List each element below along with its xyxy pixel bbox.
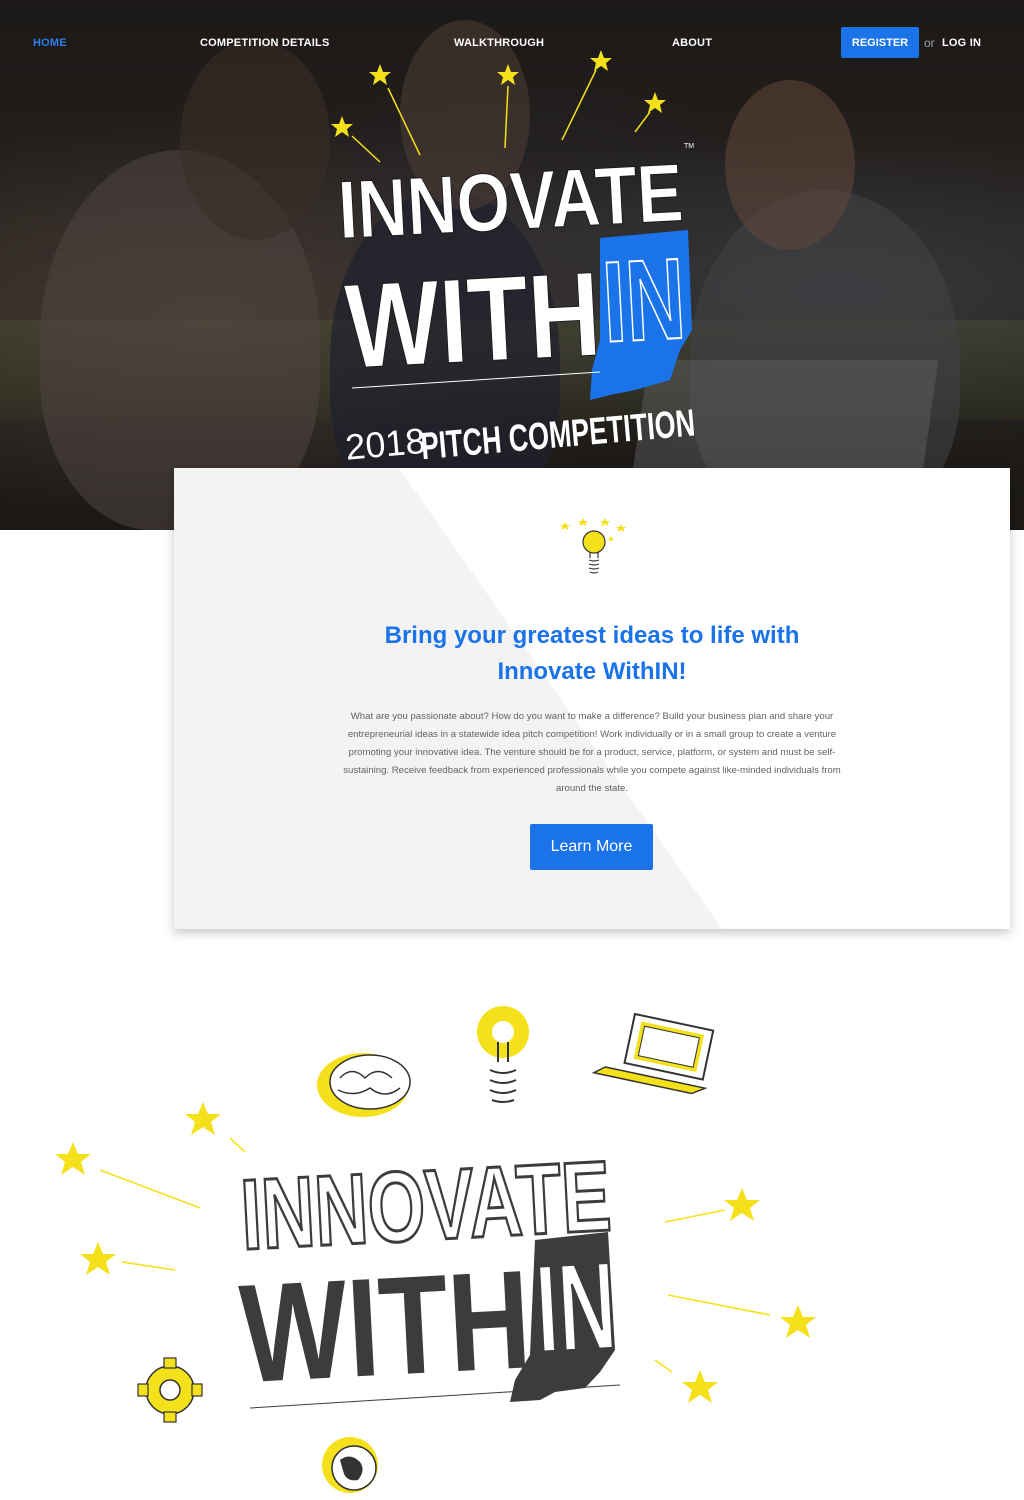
star-icon: [185, 1102, 221, 1135]
lightbulb-icon: [477, 1006, 529, 1103]
star-icon: [644, 92, 666, 113]
lightbulb-icon: [560, 518, 626, 574]
login-link[interactable]: LOG IN: [942, 37, 981, 49]
intro-card: Bring your greatest ideas to life with I…: [174, 468, 1010, 929]
hero-logo: INNOVATE WITH IN TM 2018 PITCH COMPETITI…: [331, 50, 697, 468]
intro-heading-line2: Innovate WithIN!: [497, 658, 687, 685]
globe-icon: [322, 1437, 378, 1493]
nav-competition-details[interactable]: COMPETITION DETAILS: [200, 37, 329, 49]
bottom-logo-in: IN: [532, 1236, 619, 1379]
star-icon: [682, 1370, 718, 1403]
bottom-logo-line2: WITH: [236, 1240, 534, 1412]
register-button[interactable]: REGISTER: [841, 27, 919, 58]
bottom-illustration: INNOVATE WITH IN: [55, 1006, 816, 1493]
star-icon: [55, 1142, 91, 1175]
hero-logo-in: IN: [600, 235, 689, 367]
star-icon: [80, 1242, 116, 1275]
hero-subtitle-year: 2018: [344, 420, 427, 468]
nav-home[interactable]: HOME: [33, 37, 67, 49]
intro-heading-line1: Bring your greatest ideas to life with: [384, 622, 800, 649]
top-navigation: HOME COMPETITION DETAILS WALKTHROUGH ABO…: [0, 0, 1024, 86]
hero-subtitle: PITCH COMPETITION: [419, 402, 697, 468]
nav-about[interactable]: ABOUT: [672, 37, 712, 49]
laptop-icon: [591, 1012, 715, 1095]
star-icon: [724, 1188, 760, 1221]
hero-logo-line2: WITH: [342, 247, 604, 394]
nav-walkthrough[interactable]: WALKTHROUGH: [454, 37, 544, 49]
learn-more-button[interactable]: Learn More: [530, 824, 653, 870]
intro-body: What are you passionate about? How do yo…: [343, 711, 841, 794]
hero-logo-tm: TM: [684, 143, 694, 150]
nav-or-text: or: [924, 36, 935, 50]
star-icon: [331, 116, 353, 137]
star-icon: [780, 1305, 816, 1338]
intro-heading: Bring your greatest ideas to life with I…: [292, 618, 892, 690]
gear-icon: [137, 1357, 203, 1423]
brain-icon: [317, 1053, 411, 1117]
